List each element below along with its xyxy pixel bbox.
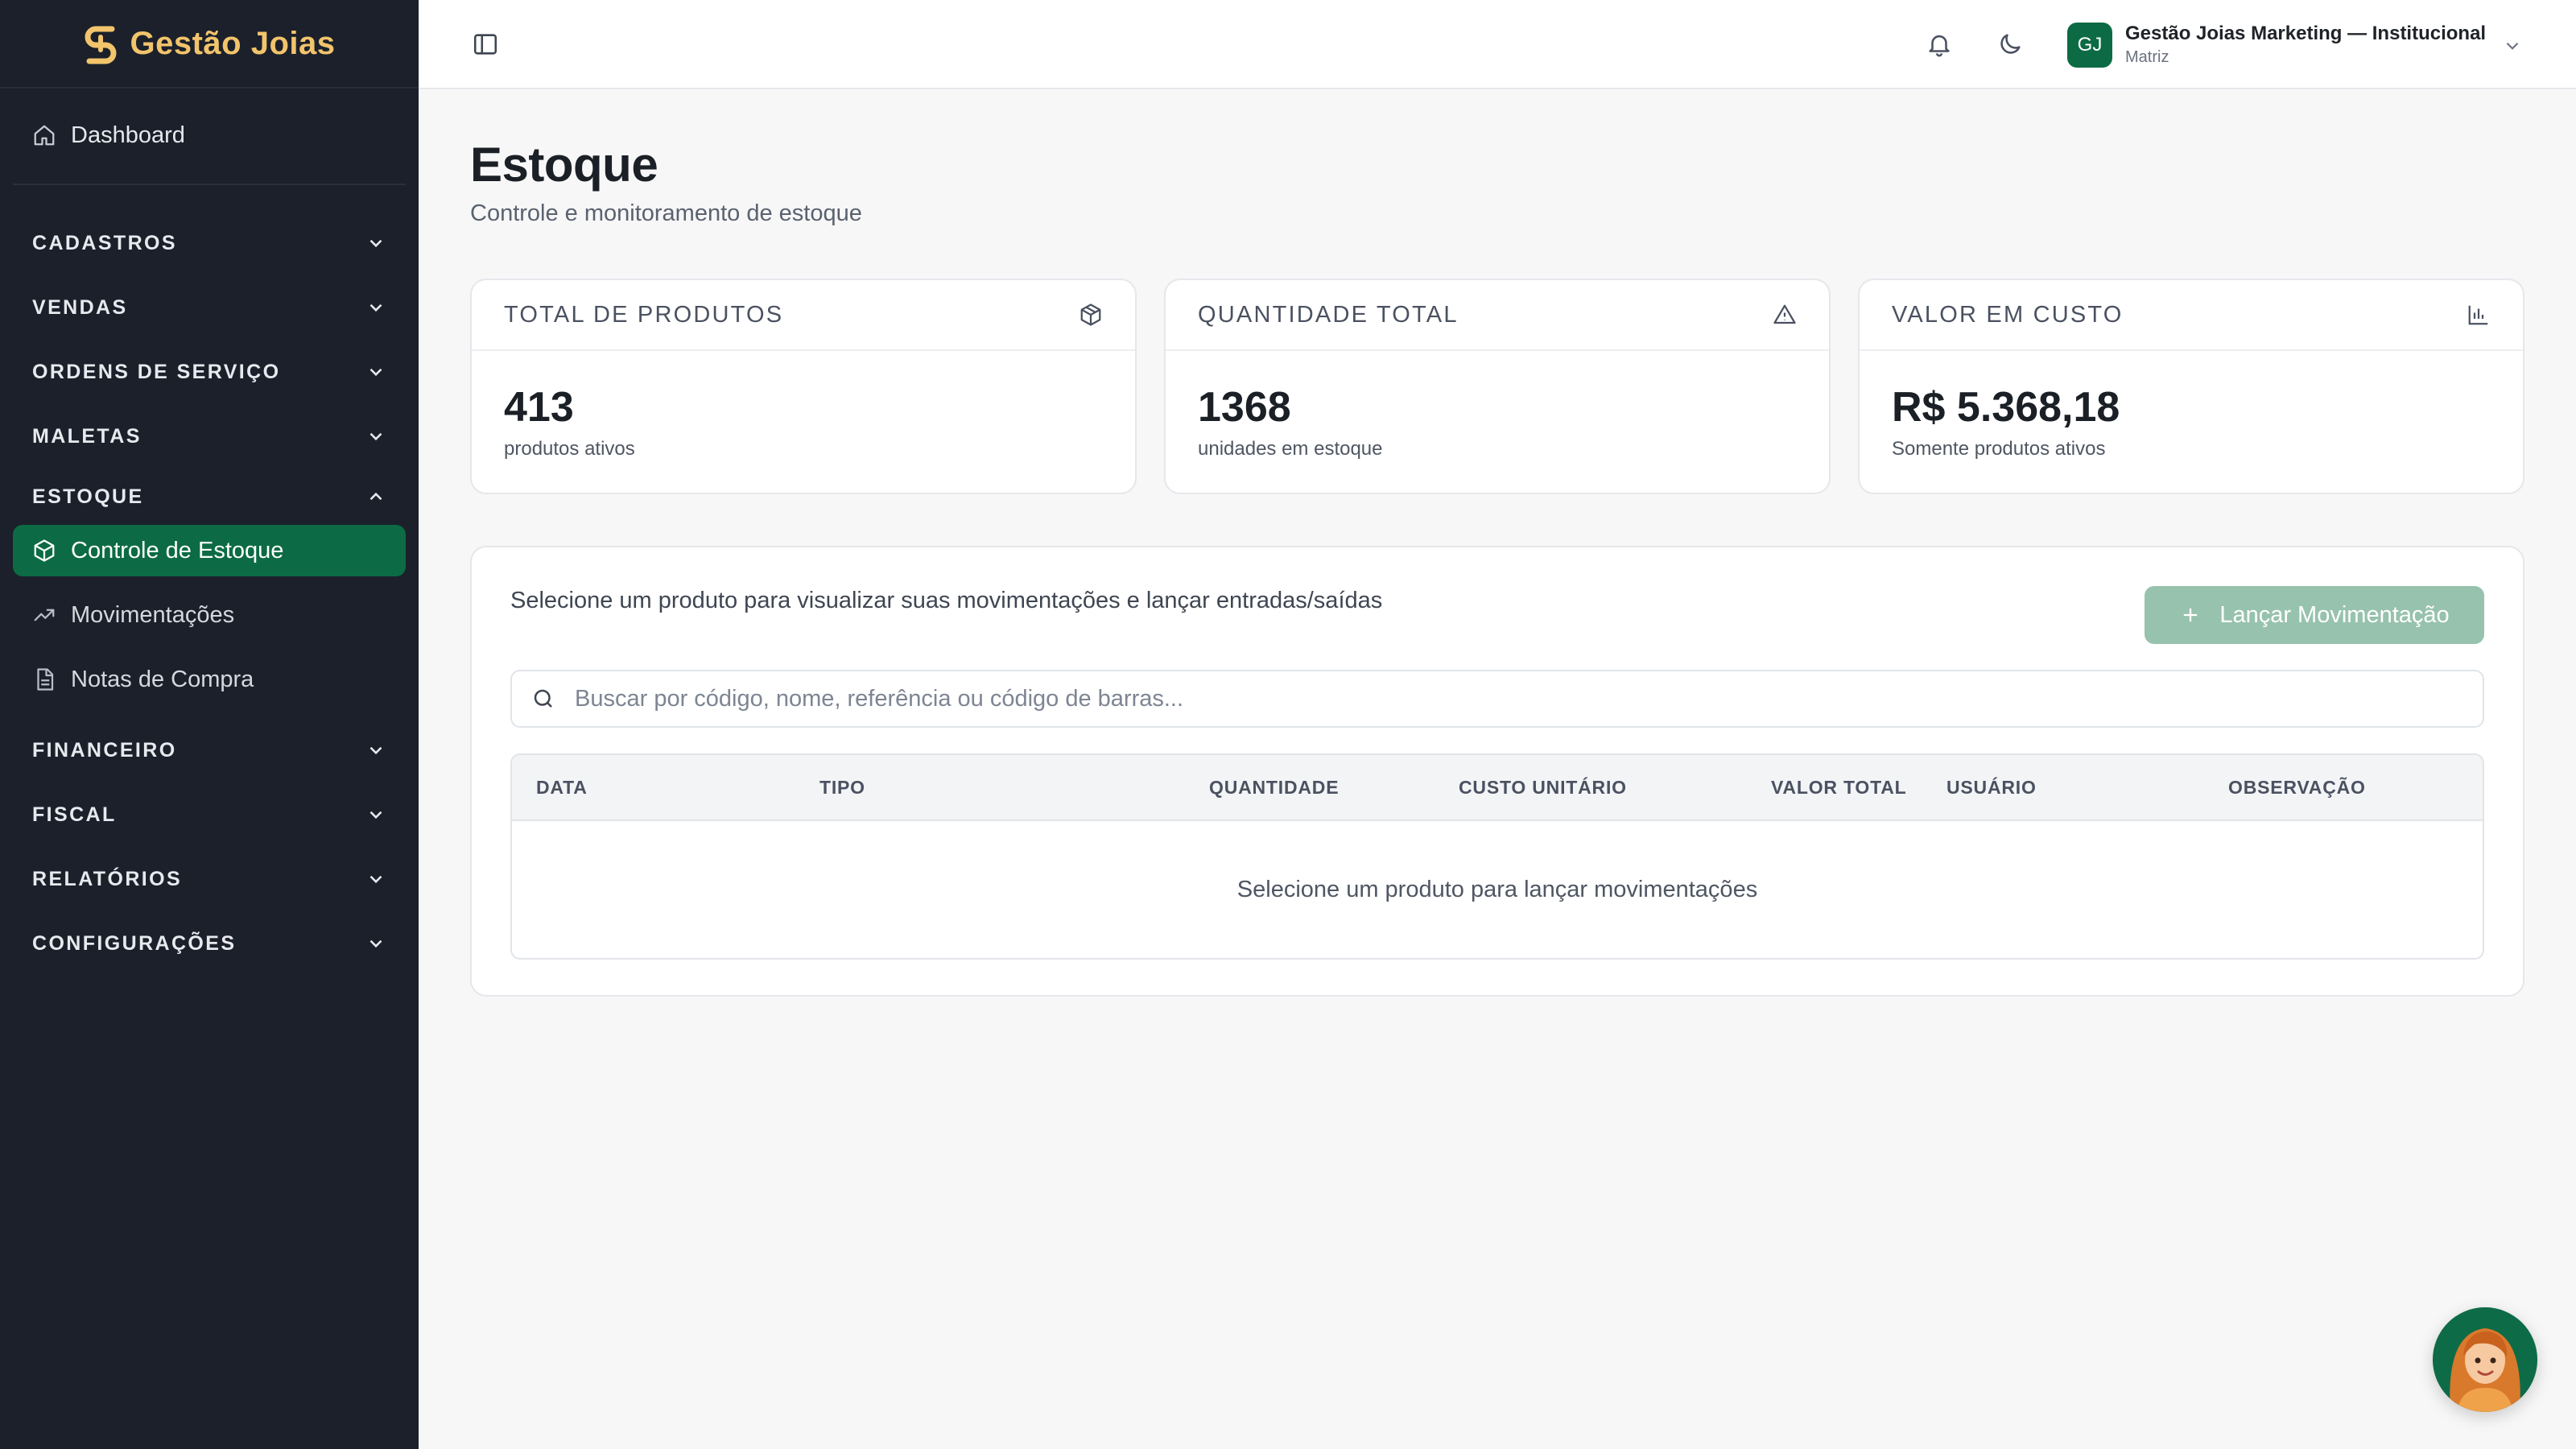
section-label: FISCAL (32, 803, 117, 826)
sidebar-section-ordens-de-servico[interactable]: ORDENS DE SERVIÇO (0, 340, 419, 404)
stat-card-quantidade-total: QUANTIDADE TOTAL 1368 unidades em estoqu… (1164, 279, 1831, 494)
column-header-quantidade[interactable]: QUANTIDADE (1209, 755, 1339, 819)
movements-table: DATA TIPO QUANTIDADE CUSTO UNITÁRIO VALO… (510, 753, 2484, 960)
brand-g-icon (83, 21, 118, 66)
sidebar-item-movimentacoes[interactable]: Movimentações (13, 589, 406, 641)
box-icon (32, 539, 56, 563)
chevron-down-icon (365, 233, 386, 254)
section-label: CADASTROS (32, 231, 177, 254)
stat-value: 1368 (1198, 384, 1291, 431)
panel-hint: Selecione um produto para visualizar sua… (510, 588, 1383, 613)
column-header-valor-total[interactable]: VALOR TOTAL (1771, 755, 1907, 819)
page-title: Estoque (470, 138, 658, 192)
sidebar-section-maletas[interactable]: MALETAS (0, 404, 419, 469)
movements-panel: Selecione um produto para visualizar sua… (470, 546, 2524, 997)
sidebar-toggle-icon[interactable] (472, 31, 499, 58)
stat-caption: unidades em estoque (1198, 438, 1383, 460)
package-icon (1079, 303, 1103, 327)
org-name: Gestão Joias Marketing — Institucional (2125, 23, 2487, 44)
sidebar-divider (13, 184, 406, 185)
section-label: ESTOQUE (32, 485, 144, 508)
chevron-down-icon (365, 804, 386, 825)
search-input[interactable] (575, 685, 2483, 712)
sidebar-section-vendas[interactable]: VENDAS (0, 275, 419, 340)
main-content: Estoque Controle e monitoramento de esto… (470, 137, 2524, 997)
brand-logo[interactable]: Gestão Joias (0, 0, 419, 89)
estoque-submenu: Controle de Estoque Movimentações Notas … (0, 525, 419, 705)
org-switcher[interactable]: Gestão Joias Marketing — Institucional M… (2125, 23, 2486, 67)
chevron-down-icon (365, 740, 386, 761)
column-header-tipo[interactable]: TIPO (819, 755, 865, 819)
brand-name: Gestão Joias (130, 25, 336, 61)
stat-card-valor-em-custo: VALOR EM CUSTO R$ 5.368,18 Somente produ… (1858, 279, 2524, 494)
bell-icon[interactable] (1926, 31, 1953, 58)
table-header: DATA TIPO QUANTIDADE CUSTO UNITÁRIO VALO… (512, 755, 2483, 821)
chevron-up-icon (365, 486, 386, 507)
column-header-usuario[interactable]: USUÁRIO (1946, 755, 2037, 819)
chevron-down-icon[interactable] (2502, 35, 2523, 56)
topbar: GJ Gestão Joias Marketing — Instituciona… (419, 0, 2576, 89)
section-label: CONFIGURAÇÕES (32, 931, 237, 955)
section-label: MALETAS (32, 424, 142, 448)
stat-label: TOTAL DE PRODUTOS (504, 301, 784, 328)
section-label: VENDAS (32, 295, 128, 319)
sidebar: Gestão Joias Dashboard CADASTROS VENDAS … (0, 0, 419, 1449)
document-icon (32, 667, 56, 691)
stat-value: 413 (504, 384, 574, 431)
sidebar-section-configuracoes[interactable]: CONFIGURAÇÕES (0, 911, 419, 976)
sidebar-item-label: Movimentações (71, 601, 235, 628)
sidebar-item-label: Dashboard (71, 122, 185, 148)
chevron-down-icon (365, 361, 386, 382)
section-label: RELATÓRIOS (32, 867, 183, 890)
trending-up-icon (32, 603, 56, 627)
sidebar-section-cadastros[interactable]: CADASTROS (0, 211, 419, 275)
section-label: FINANCEIRO (32, 738, 177, 762)
stat-caption: produtos ativos (504, 438, 635, 460)
empty-state-message: Selecione um produto para lançar movimen… (1236, 876, 1758, 902)
launch-movement-label: Lançar Movimentação (2219, 601, 2450, 628)
sidebar-section-financeiro[interactable]: FINANCEIRO (0, 718, 419, 782)
column-header-custo-unitario[interactable]: CUSTO UNITÁRIO (1459, 755, 1627, 819)
stat-card-total-produtos: TOTAL DE PRODUTOS 413 produtos ativos (470, 279, 1137, 494)
sidebar-item-controle-de-estoque[interactable]: Controle de Estoque (13, 525, 406, 576)
stat-label: VALOR EM CUSTO (1892, 301, 2124, 328)
bar-chart-icon (2467, 303, 2491, 327)
moon-icon[interactable] (1996, 31, 2024, 58)
sidebar-item-notas-de-compra[interactable]: Notas de Compra (13, 654, 406, 705)
column-header-observacao[interactable]: OBSERVAÇÃO (2228, 755, 2366, 819)
stats-row: TOTAL DE PRODUTOS 413 produtos ativos QU… (470, 279, 2524, 494)
sidebar-section-relatorios[interactable]: RELATÓRIOS (0, 847, 419, 911)
warning-icon (1773, 303, 1797, 327)
sidebar-item-label: Notas de Compra (71, 666, 254, 692)
column-header-data[interactable]: DATA (536, 755, 588, 819)
page-subtitle: Controle e monitoramento de estoque (470, 200, 862, 226)
sidebar-section-estoque[interactable]: ESTOQUE (0, 469, 419, 525)
search-icon (531, 687, 555, 711)
section-label: ORDENS DE SERVIÇO (32, 360, 281, 383)
assistant-avatar[interactable] (2433, 1307, 2537, 1412)
stat-label: QUANTIDADE TOTAL (1198, 301, 1459, 328)
chevron-down-icon (365, 869, 386, 890)
plus-icon (2179, 604, 2202, 626)
stat-value: R$ 5.368,18 (1892, 384, 2120, 431)
chevron-down-icon (365, 933, 386, 954)
home-icon (32, 123, 56, 147)
product-search[interactable] (510, 670, 2484, 728)
chevron-down-icon (365, 426, 386, 447)
sidebar-item-label: Controle de Estoque (71, 537, 284, 564)
sidebar-item-dashboard[interactable]: Dashboard (13, 109, 406, 161)
launch-movement-button[interactable]: Lançar Movimentação (2145, 586, 2484, 644)
org-branch: Matriz (2125, 48, 2169, 66)
chevron-down-icon (365, 297, 386, 318)
stat-caption: Somente produtos ativos (1892, 438, 2106, 460)
avatar[interactable]: GJ (2067, 23, 2112, 68)
sidebar-section-fiscal[interactable]: FISCAL (0, 782, 419, 847)
